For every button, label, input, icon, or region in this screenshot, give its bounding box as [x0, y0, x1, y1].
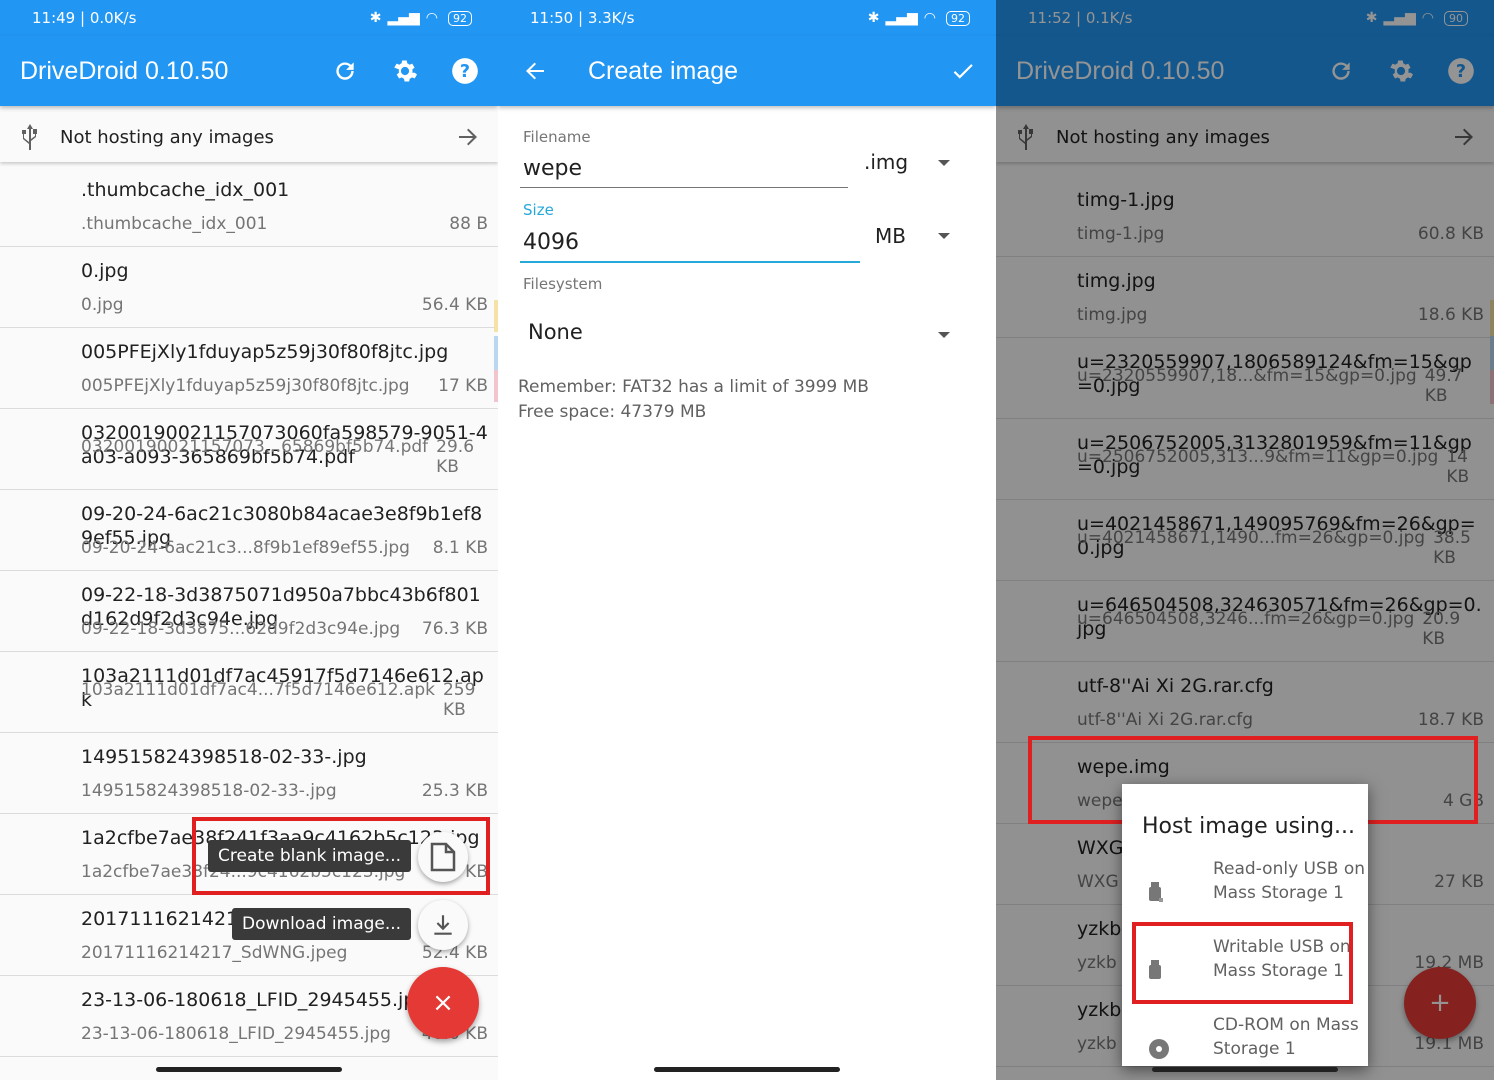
file-size: 17 KB [438, 376, 488, 396]
create-image-panel: 11:50 | 3.3K/s ✱ ▂▄▆ ◠ 92 Create image F… [498, 0, 996, 1080]
extension-select[interactable]: .img [864, 150, 908, 174]
wifi-icon: ◠ [923, 10, 936, 26]
file-list-item[interactable]: 0.jpg 0.jpg 56.4 KB [0, 247, 498, 328]
filename-input[interactable]: wepe [523, 156, 582, 181]
file-path: 103a2111d01df7ac4...7f5d7146e612.apk [81, 680, 435, 700]
file-path: 23-13-06-180618_LFID_2945455.jpg [81, 1024, 391, 1044]
file-size: 76.3 KB [421, 619, 488, 639]
battery-icon: 92 [448, 10, 472, 26]
file-name: .thumbcache_idx_001 [81, 179, 290, 201]
file-list-item[interactable]: 09-22-18-3d3875071d950a7bbc43b6f801d162d… [0, 571, 498, 652]
file-size: 88 B [449, 214, 488, 234]
file-path: 005PFEjXly1fduyap5z59j30f80f8jtc.jpg [81, 376, 410, 396]
host-image-panel: 11:52 | 0.1K/s ✱ ▂▄▆ ◠ 90 DriveDroid 0.1… [996, 0, 1494, 1080]
size-input[interactable]: 4096 [523, 230, 579, 255]
highlight-box [192, 817, 490, 895]
option-label: Read-only USB on Mass Storage 1 [1213, 859, 1366, 903]
close-icon: × [432, 988, 454, 1018]
bluetooth-icon: ✱ [369, 10, 382, 26]
gesture-bar [1152, 1067, 1338, 1072]
refresh-icon[interactable] [330, 56, 360, 86]
status-time: 11:49 | 0.0K/s [32, 9, 137, 27]
file-path: 09-22-18-3d3875...62d9f2d3c94e.jpg [81, 619, 401, 639]
close-fab-button[interactable]: × [407, 967, 479, 1039]
app-bar: Create image [498, 36, 996, 106]
file-size: 259 KB [442, 680, 476, 720]
file-path: 03200190021157073...65869bf5b74.pdf [81, 437, 429, 457]
file-list-item[interactable]: 005PFEjXly1fduyap5z59j30f80f8jtc.jpg 005P… [0, 328, 498, 409]
filename-label: Filename [523, 128, 591, 146]
file-size: 56.4 KB [421, 295, 488, 315]
file-size: 8.1 KB [432, 538, 488, 558]
file-path: 149515824398518-02-33-.jpg [81, 781, 337, 801]
filesystem-select[interactable]: None [528, 320, 583, 344]
arrow-right-icon[interactable] [438, 125, 498, 149]
file-path: 09-20-24-6ac21c3...8f9b1ef89ef55.jpg [81, 538, 410, 558]
file-list-item[interactable]: 149515824398518-02-33-.jpg 14951582439851… [0, 733, 498, 814]
download-icon [434, 915, 452, 935]
wifi-icon: ◠ [425, 10, 438, 26]
disc-icon [1148, 1038, 1170, 1067]
file-list-item[interactable]: 103a2111d01df7ac45917f5d7146e612.apk 103a… [0, 652, 498, 733]
hosting-status-text: Not hosting any images [60, 126, 274, 148]
file-browser-panel: 11:49 | 0.0K/s ✱ ▂▄▆ ◠ 92 DriveDroid 0.1… [0, 0, 498, 1080]
status-bar: 11:50 | 3.3K/s ✱ ▂▄▆ ◠ 92 [498, 0, 996, 36]
gesture-bar [654, 1067, 840, 1072]
page-title: Create image [588, 56, 739, 85]
size-label: Size [523, 201, 554, 219]
gesture-bar [156, 1067, 342, 1072]
confirm-check-icon[interactable] [948, 56, 978, 86]
back-arrow-icon[interactable] [520, 56, 550, 86]
file-list-item[interactable]: .thumbcache_idx_001 .thumbcache_idx_001 88… [0, 166, 498, 247]
battery-icon: 92 [946, 10, 970, 26]
usb-icon [0, 122, 60, 152]
file-size: 25.3 KB [421, 781, 488, 801]
option-label: CD-ROM on Mass Storage 1 [1213, 1015, 1359, 1059]
hosting-status-bar[interactable]: Not hosting any images [0, 112, 498, 162]
chevron-down-icon[interactable] [938, 160, 950, 166]
file-size: 29.6 KB [436, 437, 475, 477]
option-readonly-usb[interactable]: Read-only USB on Mass Storage 1 [1122, 854, 1368, 932]
fat32-note: Remember: FAT32 has a limit of 3999 MB [518, 377, 869, 397]
file-name: 09-20-24-6ac21c3080b84acae3e8f9b1ef89ef5… [81, 503, 483, 549]
file-path: 20171116214217_SdWNG.jpeg [81, 943, 348, 963]
filesystem-label: Filesystem [523, 275, 603, 293]
signal-icon: ▂▄▆ [387, 10, 420, 26]
highlight-box [1132, 922, 1353, 1004]
svg-text:?: ? [460, 62, 470, 82]
unit-select[interactable]: MB [875, 224, 906, 248]
free-space-note: Free space: 47379 MB [518, 402, 707, 422]
chevron-down-icon[interactable] [938, 233, 950, 239]
dialog-title: Host image using... [1142, 814, 1356, 839]
app-title: DriveDroid 0.10.50 [20, 56, 229, 85]
help-icon[interactable]: ? [450, 56, 480, 86]
file-list-item[interactable]: 03200190021157073060fa598579-9051-4a03-a… [0, 409, 498, 490]
status-time: 11:50 | 3.3K/s [530, 9, 635, 27]
signal-icon: ▂▄▆ [885, 10, 918, 26]
usb-drive-icon [1148, 882, 1164, 911]
download-image-button[interactable] [418, 900, 468, 950]
settings-gear-icon[interactable] [390, 56, 420, 86]
bluetooth-icon: ✱ [867, 10, 880, 26]
app-bar: DriveDroid 0.10.50 ? [0, 36, 498, 106]
status-bar: 11:49 | 0.0K/s ✱ ▂▄▆ ◠ 92 [0, 0, 498, 36]
file-path: 0.jpg [81, 295, 124, 315]
file-name: 0.jpg [81, 260, 129, 282]
chevron-down-icon[interactable] [938, 332, 950, 338]
download-image-tooltip[interactable]: Download image... [232, 908, 412, 940]
file-list: .thumbcache_idx_001 .thumbcache_idx_001 88… [0, 166, 498, 1080]
file-name: 09-22-18-3d3875071d950a7bbc43b6f801d162d… [81, 584, 481, 630]
file-path: .thumbcache_idx_001 [81, 214, 268, 234]
file-name: 149515824398518-02-33-.jpg [81, 746, 367, 768]
file-list-item[interactable]: 09-20-24-6ac21c3080b84acae3e8f9b1ef89ef5… [0, 490, 498, 571]
file-name: 005PFEjXly1fduyap5z59j30f80f8jtc.jpg [81, 341, 449, 363]
